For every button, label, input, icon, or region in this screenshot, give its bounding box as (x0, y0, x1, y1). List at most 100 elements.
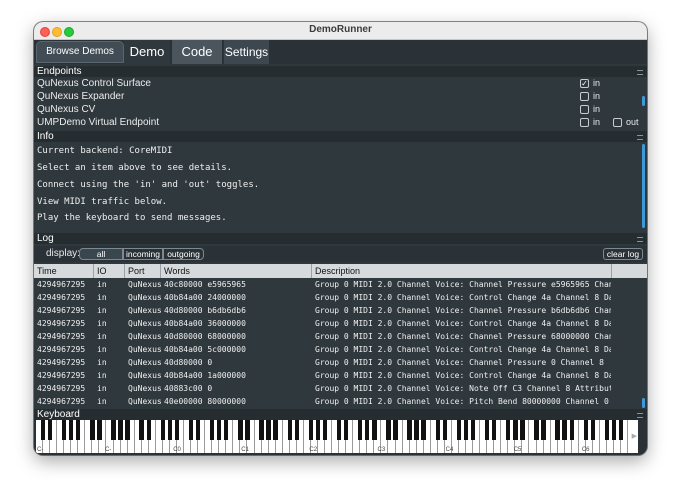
table-row[interactable]: 4294967295 in QuNexus…40d80000 68000000 Gro… (34, 330, 647, 343)
black-key[interactable] (111, 420, 116, 440)
black-key[interactable] (442, 420, 447, 440)
black-key[interactable] (541, 420, 546, 440)
black-key[interactable] (336, 420, 342, 440)
black-key[interactable] (611, 420, 617, 440)
black-key[interactable] (421, 420, 426, 440)
filter-incoming-button[interactable]: incoming (123, 248, 163, 260)
black-key[interactable] (520, 420, 525, 440)
info-scrollbar[interactable] (642, 144, 645, 228)
table-row[interactable]: 4294967295 in QuNexus…40e00000 80000000 Gro… (34, 395, 647, 408)
column-port[interactable]: Port (125, 264, 161, 278)
black-key[interactable] (407, 420, 412, 440)
column-time[interactable]: Time (34, 264, 94, 278)
black-key[interactable] (245, 420, 250, 440)
black-key[interactable] (238, 420, 243, 440)
black-key[interactable] (569, 420, 574, 440)
panel-resize-icon[interactable] (637, 413, 643, 418)
table-row[interactable]: 4294967295 in QuNexus…40b84a00 1a000000 Gro… (34, 369, 647, 382)
column-description[interactable]: Description (312, 264, 612, 278)
black-key[interactable] (308, 420, 314, 440)
column-io[interactable]: IO (94, 264, 125, 278)
black-key[interactable] (315, 420, 321, 440)
black-key[interactable] (160, 420, 165, 440)
filter-outgoing-button[interactable]: outgoing (163, 248, 204, 260)
table-row[interactable]: 4294967295 in QuNexus…40d80000 0 Group 0 MI… (34, 356, 647, 369)
scroll-right-icon[interactable]: ▶ (632, 432, 637, 440)
black-key[interactable] (562, 420, 567, 440)
black-key[interactable] (273, 420, 278, 440)
black-key[interactable] (484, 420, 490, 440)
black-key[interactable] (618, 420, 624, 440)
endpoints-scrollbar[interactable] (642, 96, 645, 106)
log-table-body[interactable]: 4294967295inQuNexus…40e00000 80000000Gro… (34, 278, 647, 409)
black-key[interactable] (76, 420, 81, 440)
black-key[interactable] (386, 420, 391, 440)
panel-resize-icon[interactable] (637, 70, 643, 75)
black-key[interactable] (259, 420, 264, 440)
black-key[interactable] (195, 420, 201, 440)
black-key[interactable] (97, 420, 102, 440)
black-key[interactable] (322, 420, 328, 440)
endpoint-in-checkbox[interactable]: ✓ (580, 79, 589, 88)
table-row[interactable]: 4294967295 in QuNexus…40c80000 e5965965 Gro… (34, 278, 647, 291)
info-header[interactable]: Info (34, 131, 647, 142)
black-key[interactable] (343, 420, 349, 440)
black-key[interactable] (365, 420, 370, 440)
black-key[interactable] (146, 420, 151, 440)
black-key[interactable] (90, 420, 95, 440)
black-key[interactable] (266, 420, 271, 440)
black-key[interactable] (125, 420, 130, 440)
black-key[interactable] (47, 420, 53, 440)
black-key[interactable] (118, 420, 123, 440)
black-key[interactable] (583, 420, 588, 440)
endpoint-in-checkbox[interactable] (580, 92, 589, 101)
piano-keyboard[interactable]: ▶ C- C- C0 C1 C2 C3 C4 C5 C6 (36, 420, 638, 453)
black-key[interactable] (358, 420, 363, 440)
black-key[interactable] (534, 420, 539, 440)
black-key[interactable] (463, 420, 469, 440)
black-key[interactable] (555, 420, 560, 440)
log-header[interactable]: Log (34, 233, 647, 244)
black-key[interactable] (209, 420, 215, 440)
black-key[interactable] (287, 420, 292, 440)
endpoint-out-checkbox[interactable] (613, 118, 622, 127)
black-key[interactable] (294, 420, 299, 440)
tab-settings[interactable]: Settings (223, 40, 269, 64)
table-row[interactable]: 4294967295 in QuNexus…40b84a00 5c000000 Gro… (34, 343, 647, 356)
table-row[interactable]: 4294967295 in QuNexus…40d80000 b6db6db6 Gro… (34, 304, 647, 317)
black-key[interactable] (456, 420, 462, 440)
black-key[interactable] (372, 420, 377, 440)
black-key[interactable] (435, 420, 440, 440)
black-key[interactable] (513, 420, 518, 440)
black-key[interactable] (604, 420, 610, 440)
black-key[interactable] (414, 420, 419, 440)
tab-demo[interactable]: Demo (124, 40, 170, 64)
black-key[interactable] (61, 420, 67, 440)
tab-code[interactable]: Code (172, 40, 222, 64)
panel-resize-icon[interactable] (637, 135, 643, 140)
black-key[interactable] (167, 420, 173, 440)
table-row[interactable]: 4294967295 in QuNexus…40b84a00 24000000 Gro… (34, 291, 647, 304)
black-key[interactable] (393, 420, 398, 440)
black-key[interactable] (470, 420, 476, 440)
black-key[interactable] (491, 420, 497, 440)
log-scrollbar[interactable] (642, 398, 645, 408)
table-row[interactable]: 4294967295 in QuNexus…40883c00 0 Group 0 MI… (34, 382, 647, 395)
table-row[interactable]: 4294967295 in QuNexus…40b84a00 36000000 Gro… (34, 317, 647, 330)
black-key[interactable] (174, 420, 180, 440)
browse-demos-button[interactable]: Browse Demos (36, 41, 124, 63)
panel-resize-icon[interactable] (637, 237, 643, 242)
black-key[interactable] (506, 420, 511, 440)
endpoints-header[interactable]: Endpoints (34, 66, 647, 77)
black-key[interactable] (40, 420, 46, 440)
black-key[interactable] (68, 420, 74, 440)
endpoint-in-checkbox[interactable] (580, 105, 589, 114)
black-key[interactable] (224, 420, 229, 440)
black-key[interactable] (188, 420, 194, 440)
black-key[interactable] (217, 420, 222, 440)
black-key[interactable] (139, 420, 144, 440)
keyboard-header[interactable]: Keyboard (34, 409, 647, 420)
endpoint-in-checkbox[interactable] (580, 118, 589, 127)
clear-log-button[interactable]: clear log (603, 248, 643, 260)
black-key[interactable] (590, 420, 596, 440)
